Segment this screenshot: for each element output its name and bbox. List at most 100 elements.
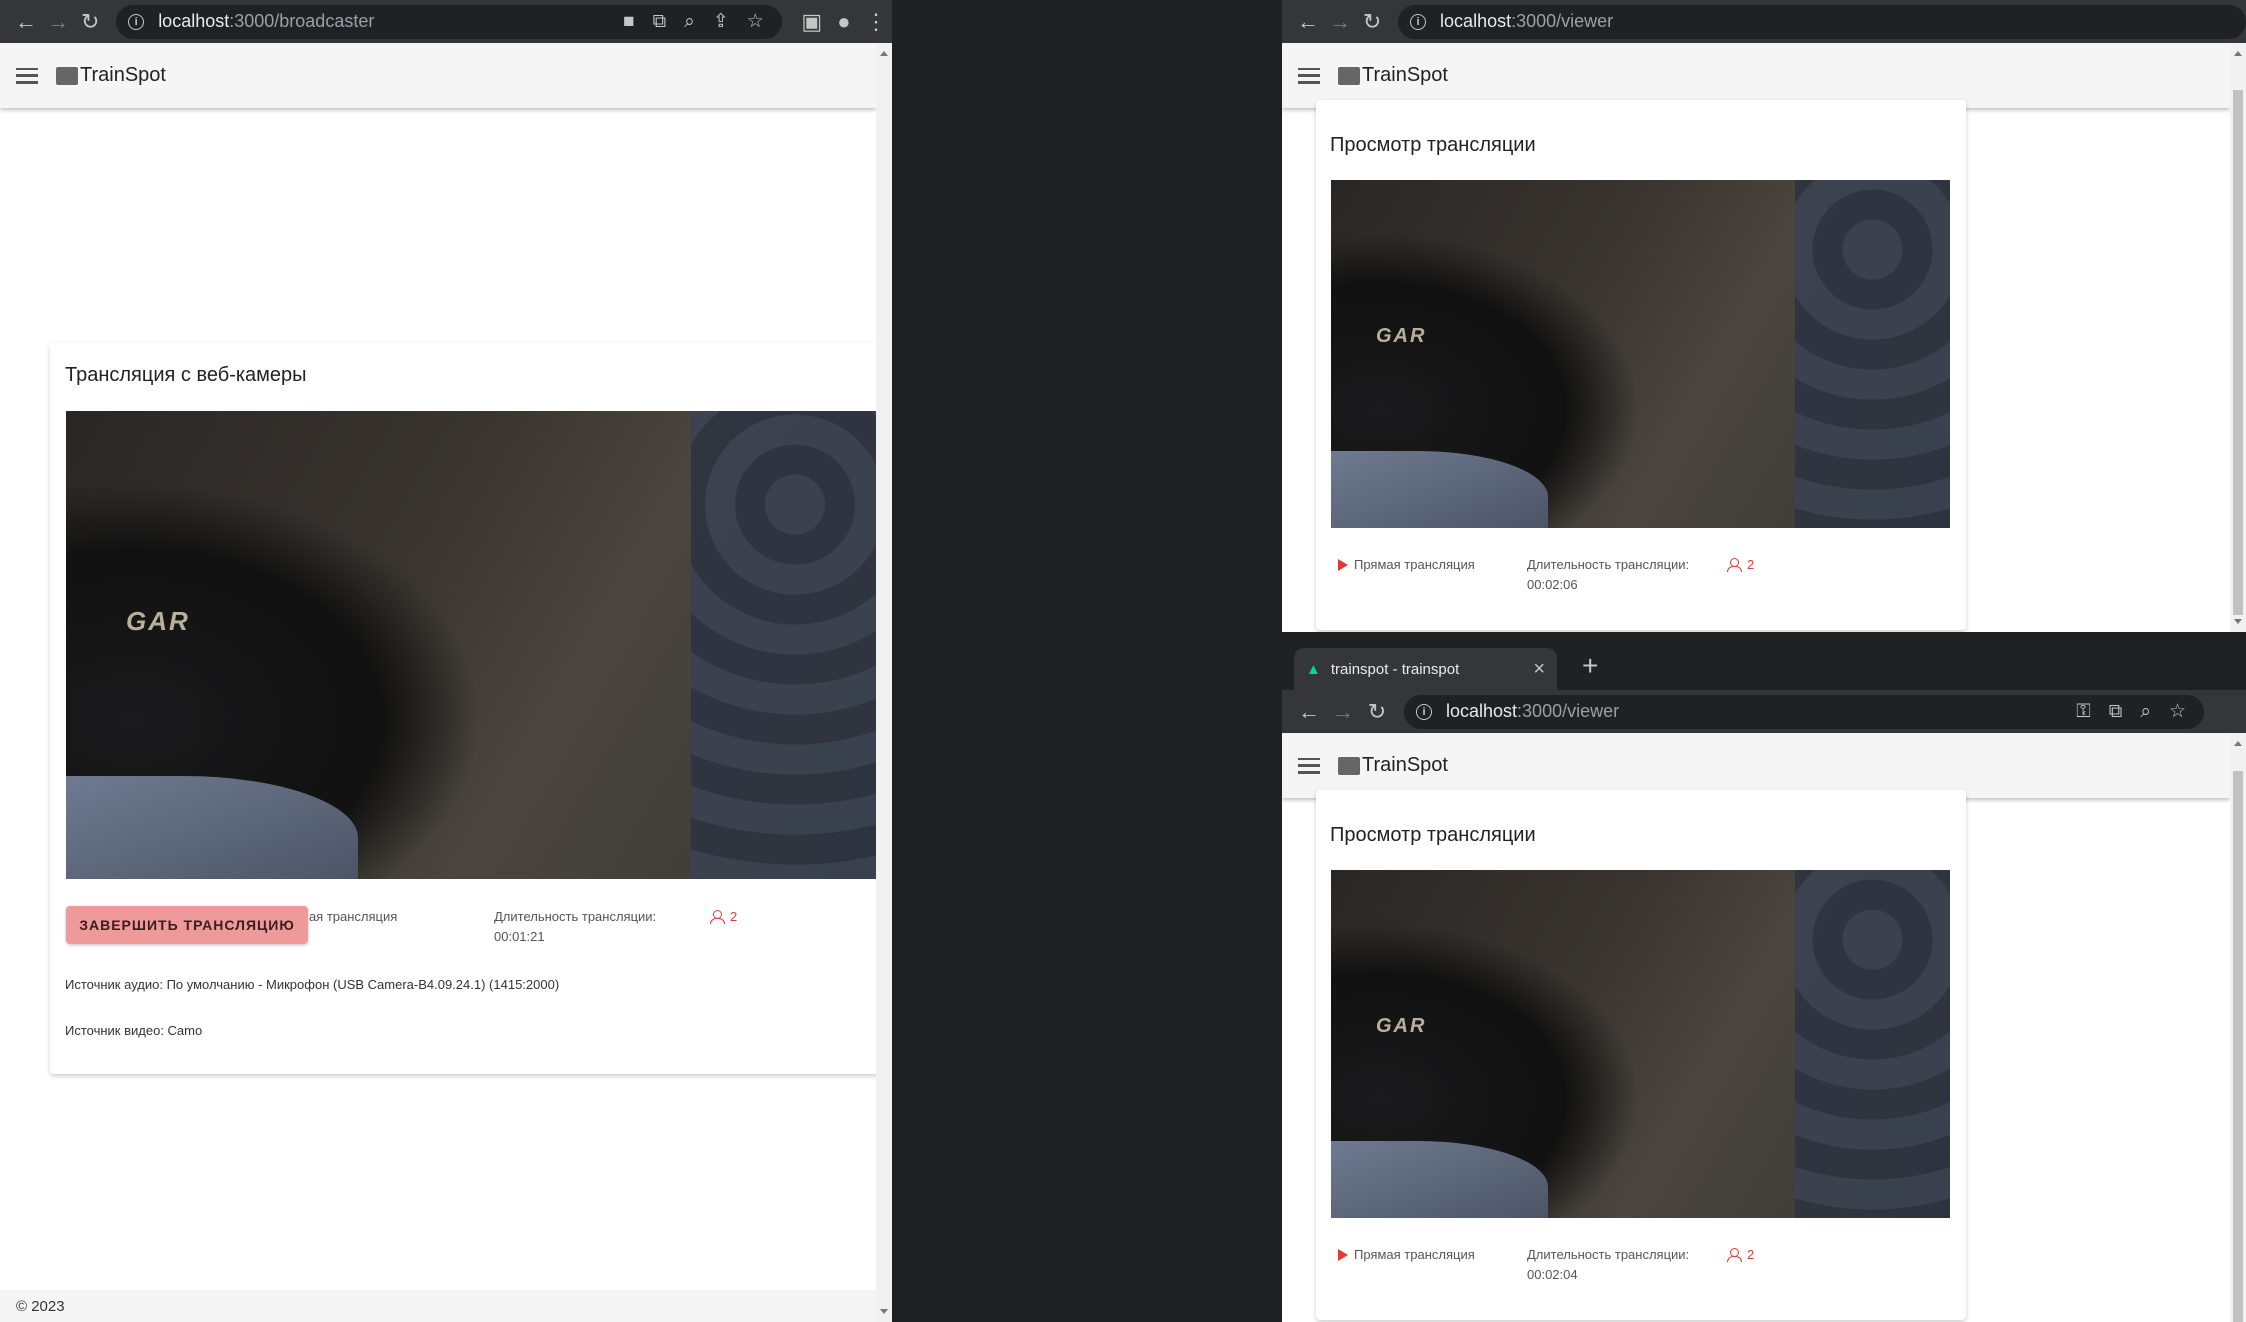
info-icon[interactable]: i bbox=[128, 13, 145, 30]
viewer-window-bottom: ▲ trainspot - trainspot × + ← → ↻ i loca… bbox=[1282, 638, 2246, 1322]
duration-label: Длительность трансляции: bbox=[494, 909, 657, 924]
user-icon bbox=[1727, 1248, 1742, 1262]
info-icon[interactable]: i bbox=[1410, 13, 1427, 30]
duration-label: Длительность трансляции: bbox=[1527, 1247, 1690, 1262]
end-broadcast-button[interactable]: ЗАВЕРШИТЬ ТРАНСЛЯЦИЮ bbox=[66, 906, 308, 944]
brand-name[interactable]: TrainSpot bbox=[80, 64, 166, 87]
star-icon[interactable]: ☆ bbox=[2169, 700, 2186, 723]
viewer-card: Просмотр трансляции GAR Прямая трансляци… bbox=[1316, 100, 1966, 630]
video-curtain bbox=[1795, 870, 1950, 1218]
page-footer: © 2023 bbox=[0, 1290, 876, 1322]
live-indicator: Прямая трансляция bbox=[1338, 1245, 1475, 1265]
close-tab-icon[interactable]: × bbox=[1533, 658, 1545, 681]
star-icon[interactable]: ☆ bbox=[747, 10, 764, 33]
video-curtain bbox=[1795, 180, 1950, 528]
hamburger-menu-icon[interactable] bbox=[1298, 67, 1320, 84]
scroll-up-arrow[interactable] bbox=[880, 51, 888, 56]
scroll-up-arrow[interactable] bbox=[2234, 741, 2242, 746]
browser-toolbar: ← → ↻ i localhost:3000/broadcaster ■ ⧉ ⌕… bbox=[0, 0, 892, 43]
browser-tab[interactable]: ▲ trainspot - trainspot × bbox=[1294, 648, 1557, 690]
webcam-preview: GAR bbox=[66, 411, 892, 879]
live-label: Прямая трансляция bbox=[1354, 1247, 1475, 1262]
side-panel-icon[interactable]: ▣ bbox=[796, 5, 828, 39]
zoom-icon[interactable]: ⌕ bbox=[684, 11, 695, 33]
brand-name[interactable]: TrainSpot bbox=[1362, 754, 1448, 777]
kebab-menu-icon[interactable]: ⋮ bbox=[860, 5, 892, 39]
key-icon[interactable]: ⚿ bbox=[2076, 701, 2090, 723]
brand-name[interactable]: TrainSpot bbox=[1362, 64, 1448, 87]
user-icon bbox=[1727, 558, 1742, 572]
scroll-thumb[interactable] bbox=[2233, 771, 2243, 1322]
viewer-window-top: ← → ↻ i localhost:3000/viewer TrainSpot … bbox=[1282, 0, 2246, 632]
stream-video: GAR bbox=[1331, 870, 1950, 1218]
address-bar[interactable]: i localhost:3000/viewer ⚿ ⧉ ⌕ ☆ bbox=[1404, 694, 2204, 729]
page-scrollbar[interactable] bbox=[876, 43, 892, 1322]
scroll-up-arrow[interactable] bbox=[2234, 51, 2242, 56]
info-icon[interactable]: i bbox=[1416, 703, 1432, 720]
tab-title: trainspot - trainspot bbox=[1330, 660, 1460, 678]
scroll-down-arrow[interactable] bbox=[880, 1309, 888, 1314]
logo-icon bbox=[1338, 756, 1360, 775]
viewer-card: Просмотр трансляции GAR Прямая трансляци… bbox=[1316, 790, 1966, 1320]
viewer-count: 2 bbox=[710, 907, 737, 927]
hamburger-menu-icon[interactable] bbox=[16, 67, 38, 84]
live-indicator: Прямая трансляция bbox=[1338, 555, 1475, 575]
translate-icon[interactable]: ⧉ bbox=[653, 11, 667, 33]
page-scrollbar[interactable] bbox=[2230, 733, 2246, 1322]
browser-toolbar: ← → ↻ i localhost:3000/viewer ⚿ ⧉ ⌕ ☆ bbox=[1282, 690, 2246, 733]
tab-strip: ▲ trainspot - trainspot × + bbox=[1282, 638, 2246, 690]
audio-source: Источник аудио: По умолчанию - Микрофон … bbox=[65, 977, 560, 992]
copyright: © 2023 bbox=[16, 1297, 65, 1315]
duration-value: 00:02:04 bbox=[1527, 1267, 1578, 1282]
translate-icon[interactable]: ⧉ bbox=[2109, 701, 2123, 723]
user-icon bbox=[710, 910, 725, 924]
profile-icon[interactable]: ● bbox=[828, 5, 860, 39]
url-host: localhost bbox=[1446, 701, 1518, 721]
reload-icon[interactable]: ↻ bbox=[1360, 695, 1394, 729]
zoom-icon[interactable]: ⌕ bbox=[2140, 701, 2151, 723]
back-arrow-icon[interactable]: ← bbox=[10, 5, 42, 39]
logo-icon bbox=[1338, 66, 1360, 85]
address-bar[interactable]: i localhost:3000/viewer bbox=[1398, 4, 2246, 39]
app-bar: TrainSpot bbox=[1282, 733, 2230, 798]
scroll-thumb[interactable] bbox=[2233, 90, 2243, 615]
address-bar[interactable]: i localhost:3000/broadcaster ■ ⧉ ⌕ ⇪ ☆ bbox=[116, 4, 782, 39]
duration-block: Длительность трансляции: 00:02:06 bbox=[1527, 555, 1689, 595]
page-scrollbar[interactable] bbox=[2230, 43, 2246, 632]
viewer-count-value: 2 bbox=[730, 909, 738, 924]
card-title: Просмотр трансляции bbox=[1330, 824, 1536, 846]
new-tab-icon[interactable]: + bbox=[1582, 650, 1598, 682]
reload-icon[interactable]: ↻ bbox=[1356, 5, 1388, 39]
share-icon[interactable]: ⇪ bbox=[713, 10, 729, 33]
video-source: Источник видео: Camo bbox=[65, 1023, 203, 1038]
live-label-partial: мая трансляция bbox=[300, 909, 398, 924]
back-arrow-icon[interactable]: ← bbox=[1292, 5, 1324, 39]
omnibox-tools: ■ ⧉ ⌕ ⇪ ☆ bbox=[623, 10, 782, 33]
viewer-count: 2 bbox=[1727, 1245, 1754, 1265]
viewer-count-value: 2 bbox=[1747, 557, 1755, 572]
duration-block: Длительность трансляции: 00:02:04 bbox=[1527, 1245, 1689, 1285]
browser-toolbar: ← → ↻ i localhost:3000/viewer bbox=[1282, 0, 2246, 43]
viewer-count: 2 bbox=[1727, 555, 1754, 575]
omnibox-tools: ⚿ ⧉ ⌕ ☆ bbox=[2076, 700, 2204, 723]
url-path: :3000/viewer bbox=[1511, 11, 1614, 31]
video-chair-logo: GAR bbox=[1376, 1015, 1427, 1037]
play-icon bbox=[1338, 1249, 1348, 1261]
card-title: Просмотр трансляции bbox=[1330, 134, 1536, 156]
logo-icon bbox=[56, 66, 78, 85]
play-icon bbox=[1338, 559, 1348, 571]
forward-arrow-icon[interactable]: → bbox=[42, 5, 74, 39]
forward-arrow-icon[interactable]: → bbox=[1326, 695, 1360, 729]
video-chair-logo: GAR bbox=[1376, 325, 1427, 347]
duration-block: Длительность трансляции: 00:01:21 bbox=[494, 907, 656, 947]
viewer-count-value: 2 bbox=[1747, 1247, 1755, 1262]
duration-value: 00:01:21 bbox=[494, 929, 545, 944]
camera-icon[interactable]: ■ bbox=[623, 11, 634, 33]
hamburger-menu-icon[interactable] bbox=[1298, 757, 1320, 774]
forward-arrow-icon[interactable]: → bbox=[1324, 5, 1356, 39]
scroll-down-arrow[interactable] bbox=[2234, 619, 2242, 624]
back-arrow-icon[interactable]: ← bbox=[1292, 695, 1326, 729]
reload-icon[interactable]: ↻ bbox=[74, 5, 106, 39]
broadcaster-window: ← → ↻ i localhost:3000/broadcaster ■ ⧉ ⌕… bbox=[0, 0, 892, 1322]
app-bar: TrainSpot bbox=[0, 43, 876, 108]
